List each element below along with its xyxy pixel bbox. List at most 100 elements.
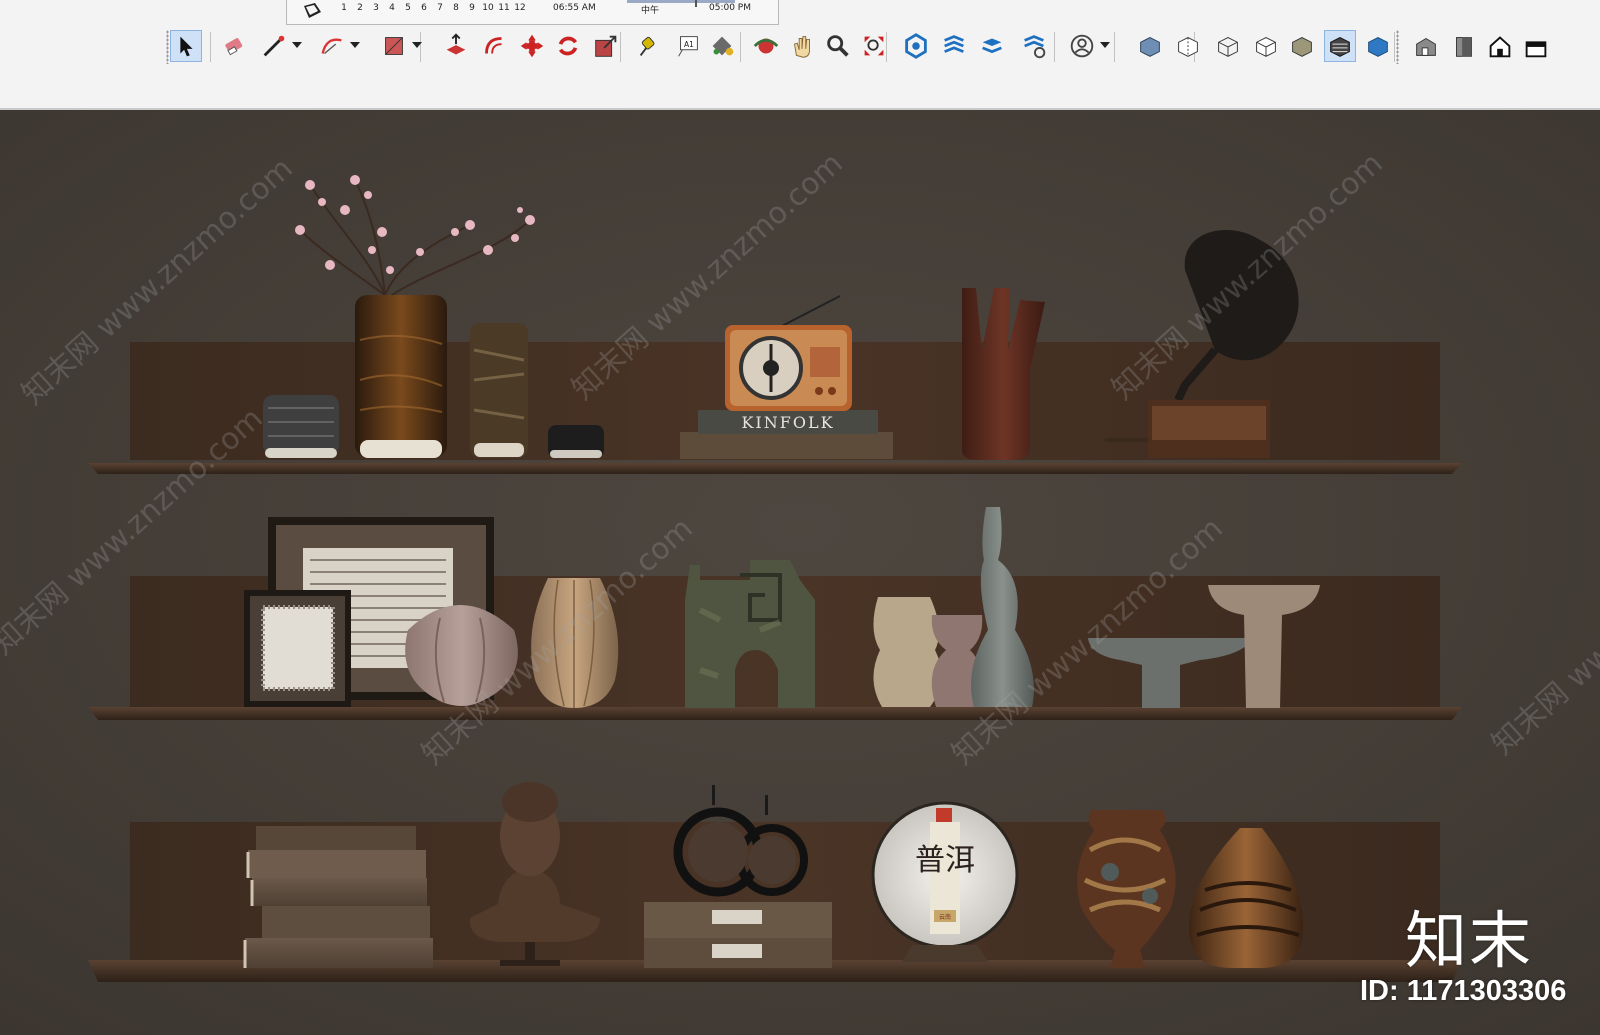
x-ray-tool-button[interactable] xyxy=(1134,30,1166,62)
toolbar-separator xyxy=(1114,32,1115,62)
3d-warehouse-icon xyxy=(905,33,927,59)
extension-warehouse-tool-button[interactable] xyxy=(938,30,970,62)
old-book-stack xyxy=(243,826,433,968)
toolbar-separator xyxy=(1054,32,1055,62)
main-toolbar: A1 xyxy=(166,28,1600,66)
scale-icon xyxy=(595,35,617,57)
monochrome-icon xyxy=(1368,37,1388,57)
rectangle-icon xyxy=(385,37,403,55)
rotate-tool-button[interactable] xyxy=(552,30,584,62)
text-tool-button[interactable]: A1 xyxy=(672,30,704,62)
extension-warehouse-icon xyxy=(944,35,964,53)
kinfolk-books: KINFOLK xyxy=(680,410,893,459)
back-edges-icon xyxy=(1178,37,1198,57)
noon-label: 中午 xyxy=(641,6,660,16)
rotate-icon xyxy=(558,36,578,56)
tape-measure-icon xyxy=(639,36,655,56)
eraser-icon xyxy=(225,38,243,56)
time-slider-knob[interactable] xyxy=(695,0,697,7)
chevron-down-icon[interactable] xyxy=(350,42,360,48)
iso-view-icon xyxy=(1416,37,1436,56)
account-icon xyxy=(1070,34,1094,58)
month-tick[interactable]: 8 xyxy=(449,3,463,13)
zoom-icon xyxy=(827,35,849,57)
hidden-line-icon xyxy=(1256,37,1276,57)
scale-tool-button[interactable] xyxy=(590,30,622,62)
tiger-pattern-vase xyxy=(470,323,528,458)
layout-icon xyxy=(982,38,1002,54)
storage-boxes xyxy=(644,902,832,968)
right-view-icon xyxy=(1525,41,1547,58)
line-icon xyxy=(263,35,285,57)
shadow-settings-panel[interactable]: 1 2 3 4 5 6 7 8 9 10 11 12 06:55 AM 中午 05:00 PM xyxy=(286,0,779,25)
arc-icon xyxy=(321,38,342,55)
3d-warehouse-tool-button[interactable] xyxy=(900,30,932,62)
month-tick[interactable]: 10 xyxy=(481,3,495,13)
month-tick[interactable]: 4 xyxy=(385,3,399,13)
paint-bucket-tool-button[interactable] xyxy=(706,30,738,62)
toolbar-separator xyxy=(1394,32,1395,62)
line-tool-button[interactable] xyxy=(258,30,290,62)
scene-render: KINFOLK 普洱 云南 xyxy=(0,110,1600,1035)
paint-bucket-icon xyxy=(712,36,734,56)
month-tick[interactable]: 9 xyxy=(465,3,479,13)
shadow-toggle-icon[interactable] xyxy=(301,2,325,20)
image-id-label: ID: 1171303306 xyxy=(1360,975,1567,1007)
rectangle-tool-button[interactable] xyxy=(378,30,410,62)
pan-icon xyxy=(793,36,810,58)
shaded-tool-button[interactable] xyxy=(1286,30,1318,62)
push-pull-tool-button[interactable] xyxy=(440,30,472,62)
arc-tool-button[interactable] xyxy=(316,30,348,62)
drawing-viewport[interactable]: KINFOLK 普洱 云南 知末网 www.znzmo.com 知末网 www.… xyxy=(0,110,1600,1035)
month-tick[interactable]: 12 xyxy=(513,3,527,13)
front-view-tool-button[interactable] xyxy=(1484,30,1516,62)
move-tool-button[interactable] xyxy=(516,30,548,62)
back-edges-tool-button[interactable] xyxy=(1172,30,1204,62)
iso-view-tool-button[interactable] xyxy=(1410,30,1442,62)
toolbar-separator xyxy=(210,32,211,62)
month-tick[interactable]: 1 xyxy=(337,3,351,13)
select-tool-button[interactable] xyxy=(170,30,202,62)
orbit-icon xyxy=(753,38,779,54)
top-view-tool-button[interactable] xyxy=(1448,30,1480,62)
month-tick[interactable]: 6 xyxy=(417,3,431,13)
site-logo: 知末 xyxy=(1405,904,1534,977)
zoom-extents-icon xyxy=(864,36,884,56)
pan-tool-button[interactable] xyxy=(786,30,818,62)
shaded-with-textures-icon xyxy=(1330,37,1350,57)
toolbar-separator xyxy=(740,32,741,62)
book-spine-text: KINFOLK xyxy=(741,413,834,432)
move-icon xyxy=(520,34,544,58)
monochrome-tool-button[interactable] xyxy=(1362,30,1394,62)
extension-manager-icon xyxy=(1024,35,1046,59)
wireframe-icon xyxy=(1218,37,1238,57)
toolbar-area: 1 2 3 4 5 6 7 8 9 10 11 12 06:55 AM 中午 05:00 PM A1 xyxy=(0,0,1600,110)
zoom-tool-button[interactable] xyxy=(822,30,854,62)
account-tool-button[interactable] xyxy=(1066,30,1098,62)
sunrise-time: 06:55 AM xyxy=(553,3,596,13)
offset-tool-button[interactable] xyxy=(478,30,510,62)
zoom-extents-tool-button[interactable] xyxy=(858,30,890,62)
month-tick[interactable]: 7 xyxy=(433,3,447,13)
chevron-down-icon[interactable] xyxy=(1100,42,1110,48)
hidden-line-tool-button[interactable] xyxy=(1250,30,1282,62)
layout-tool-button[interactable] xyxy=(976,30,1008,62)
orbit-tool-button[interactable] xyxy=(750,30,782,62)
right-view-tool-button[interactable] xyxy=(1520,30,1552,62)
shaded-with-textures-tool-button[interactable] xyxy=(1324,30,1356,62)
eraser-tool-button[interactable] xyxy=(218,30,250,62)
shaded-icon xyxy=(1292,37,1312,57)
extension-manager-tool-button[interactable] xyxy=(1018,30,1050,62)
top-view-icon xyxy=(1456,37,1472,57)
wireframe-tool-button[interactable] xyxy=(1212,30,1244,62)
month-tick[interactable]: 11 xyxy=(497,3,511,13)
month-tick[interactable]: 5 xyxy=(401,3,415,13)
chevron-down-icon[interactable] xyxy=(412,42,422,48)
month-tick[interactable]: 2 xyxy=(353,3,367,13)
toolbar-grip[interactable] xyxy=(166,30,169,64)
tape-measure-tool-button[interactable] xyxy=(634,30,666,62)
chevron-down-icon[interactable] xyxy=(292,42,302,48)
toolbar-grip[interactable] xyxy=(1396,30,1399,64)
wood-grain-vase xyxy=(355,295,447,458)
month-tick[interactable]: 3 xyxy=(369,3,383,13)
